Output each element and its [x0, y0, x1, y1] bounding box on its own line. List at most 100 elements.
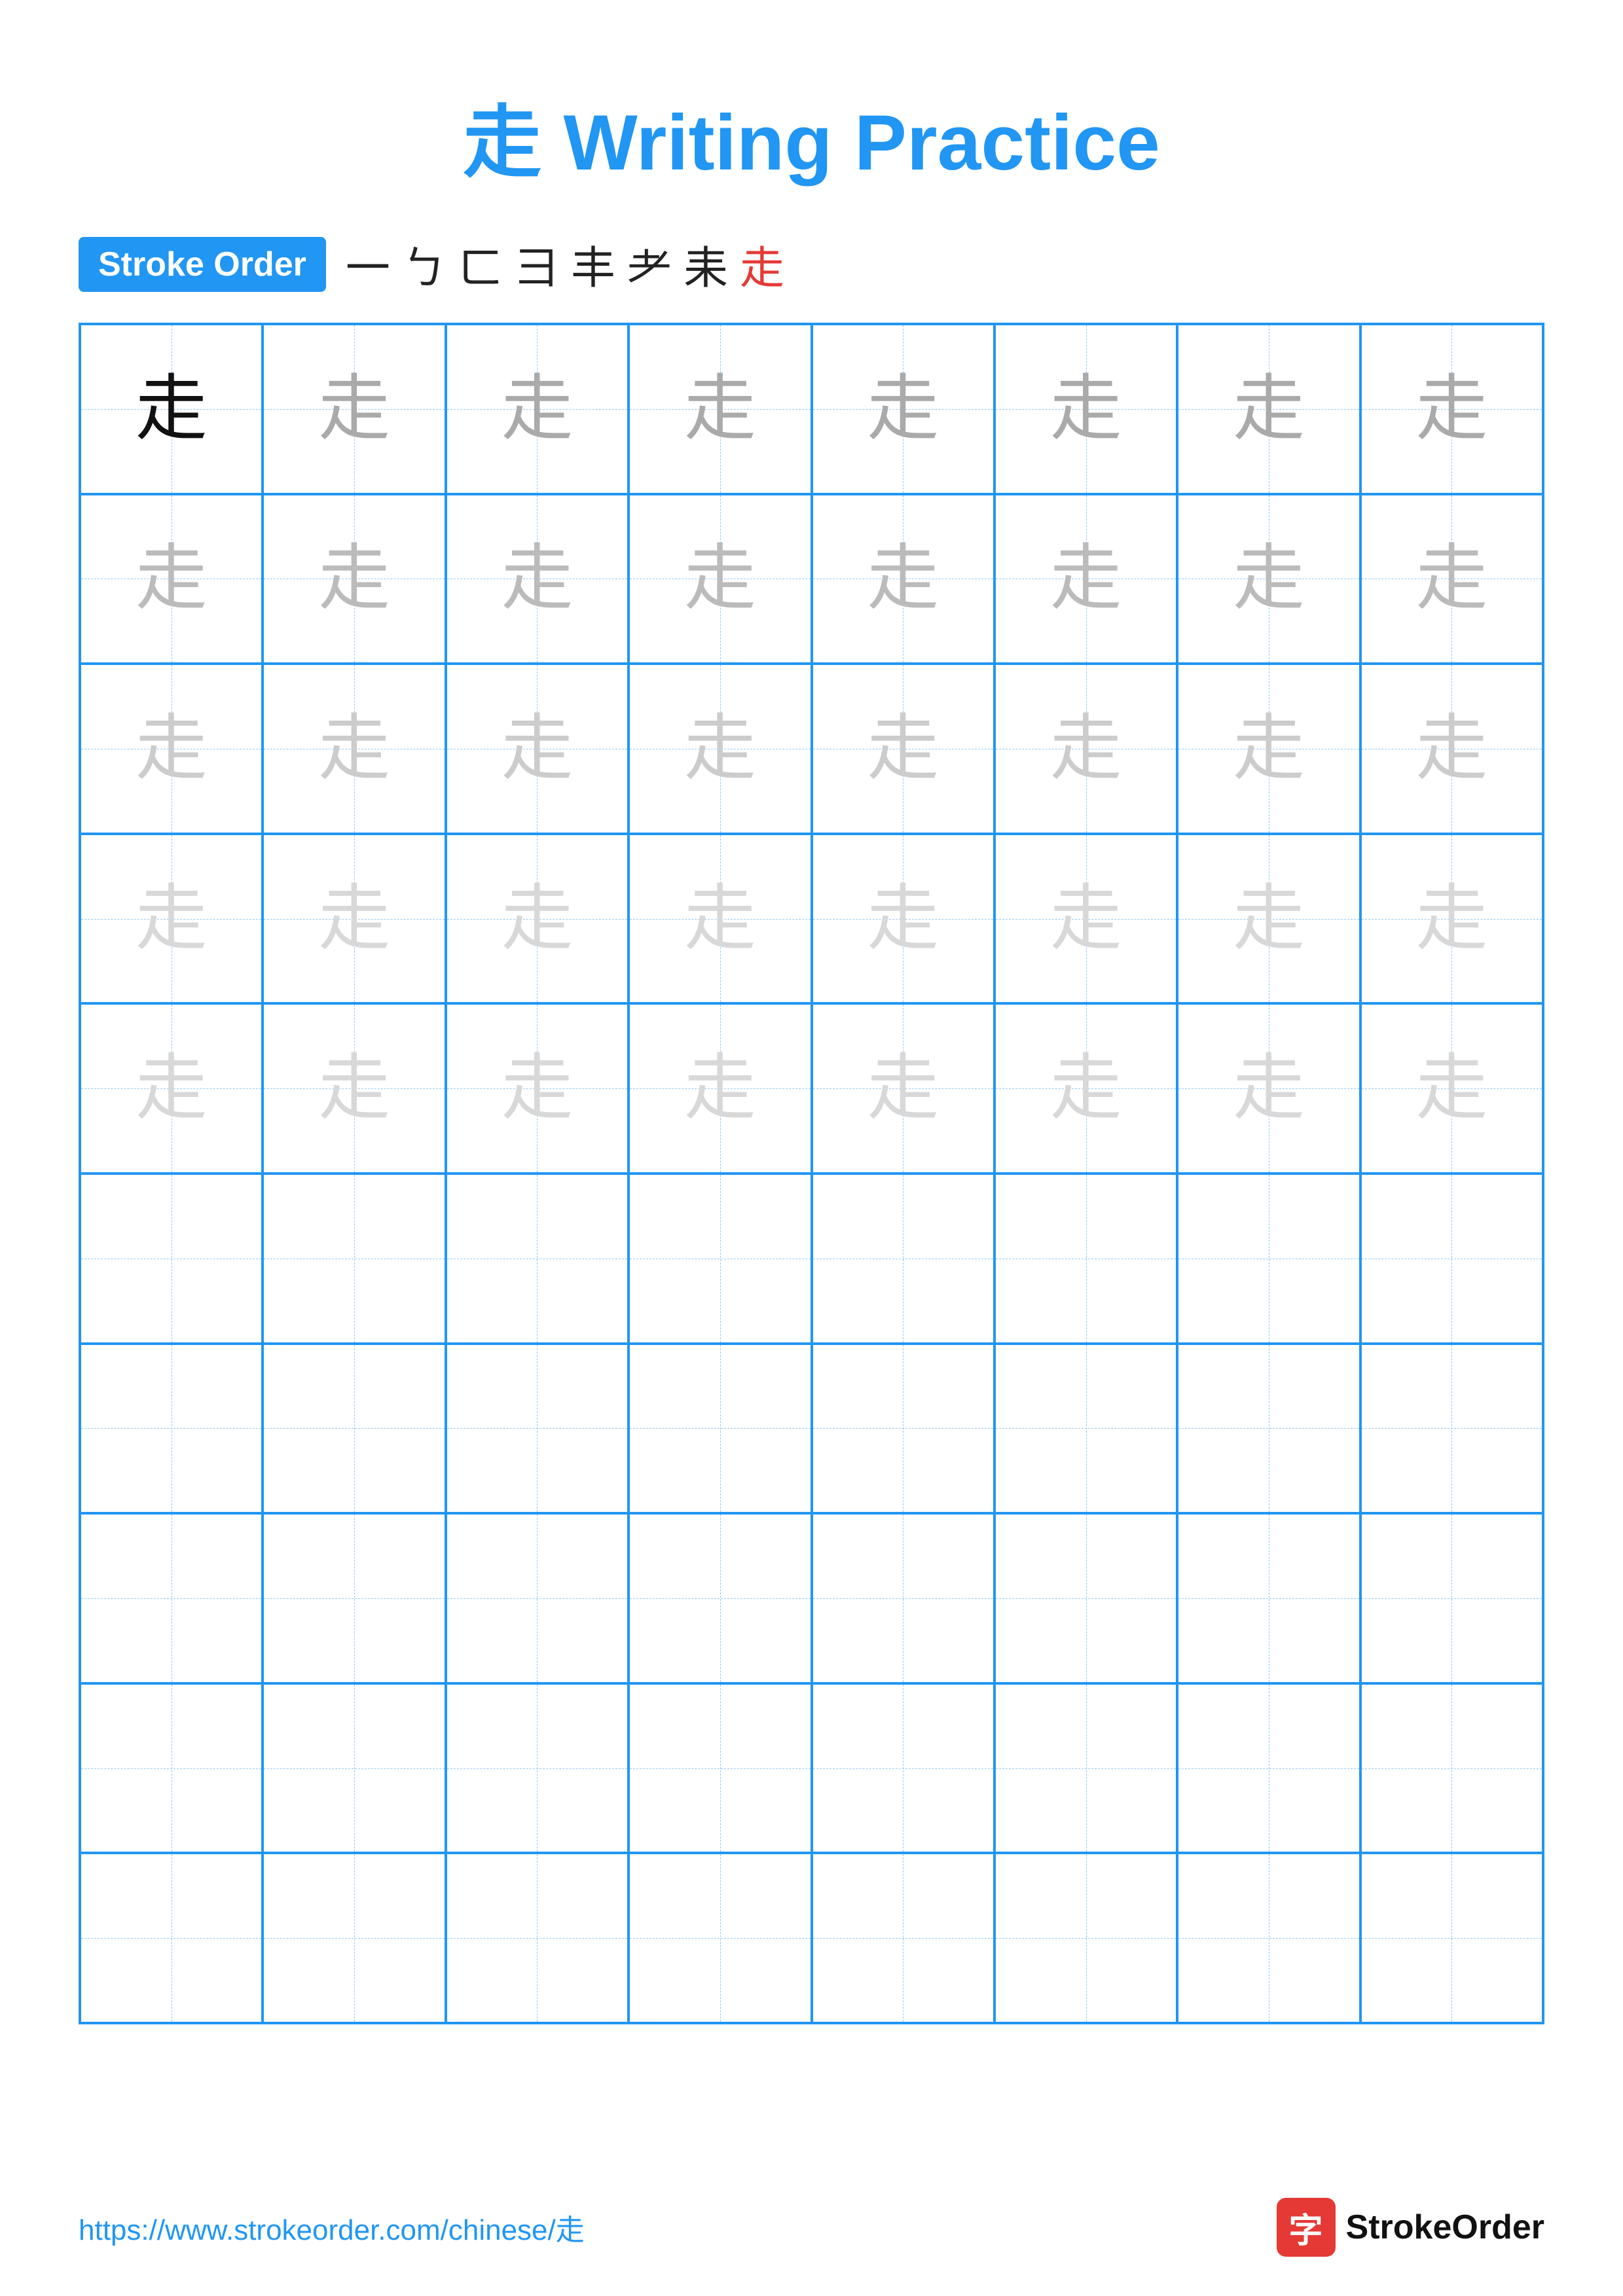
grid-cell[interactable]: 走 — [80, 834, 263, 1004]
grid-cell[interactable] — [446, 1853, 629, 2023]
practice-char: 走 — [1415, 543, 1487, 615]
grid-cell[interactable] — [446, 1344, 629, 1514]
grid-cell[interactable] — [80, 1683, 263, 1854]
grid-cell[interactable] — [812, 1683, 994, 1854]
grid-cell[interactable]: 走 — [629, 324, 811, 494]
grid-cell[interactable]: 走 — [1360, 664, 1543, 834]
grid-cell[interactable]: 走 — [80, 494, 263, 664]
grid-cell[interactable] — [1360, 1344, 1543, 1514]
practice-char: 走 — [1233, 1052, 1305, 1124]
grid-cell[interactable] — [446, 1513, 629, 1683]
practice-char: 走 — [136, 883, 208, 955]
grid-cell[interactable] — [446, 1174, 629, 1344]
grid-cell[interactable]: 走 — [1177, 834, 1360, 1004]
grid-cell[interactable] — [263, 1683, 445, 1854]
grid-cell[interactable] — [629, 1174, 811, 1344]
grid-cell[interactable]: 走 — [1360, 494, 1543, 664]
grid-cell[interactable] — [812, 1513, 994, 1683]
grid-cell[interactable]: 走 — [263, 324, 445, 494]
grid-cell[interactable] — [812, 1344, 994, 1514]
grid-cell[interactable]: 走 — [629, 494, 811, 664]
grid-cell[interactable] — [263, 1174, 445, 1344]
grid-cell[interactable] — [1360, 1513, 1543, 1683]
practice-char: 走 — [318, 373, 390, 445]
grid-cell[interactable]: 走 — [629, 664, 811, 834]
grid-cell[interactable] — [1177, 1174, 1360, 1344]
grid-cell[interactable]: 走 — [80, 324, 263, 494]
grid-cell[interactable] — [629, 1513, 811, 1683]
grid-cell[interactable] — [629, 1853, 811, 2023]
practice-char: 走 — [501, 883, 573, 955]
grid-cell[interactable] — [263, 1853, 445, 2023]
grid-cell[interactable]: 走 — [263, 664, 445, 834]
grid-cell[interactable]: 走 — [994, 324, 1177, 494]
grid-cell[interactable]: 走 — [446, 1003, 629, 1174]
practice-char: 走 — [867, 543, 939, 615]
grid-cell[interactable] — [80, 1174, 263, 1344]
grid-cell[interactable] — [994, 1853, 1177, 2023]
grid-cell[interactable]: 走 — [263, 834, 445, 1004]
practice-char: 走 — [1050, 713, 1122, 785]
grid-cell[interactable] — [80, 1853, 263, 2023]
grid-cell[interactable]: 走 — [1360, 324, 1543, 494]
grid-cell[interactable]: 走 — [446, 664, 629, 834]
page-title: 走 Writing Practice — [463, 99, 1160, 187]
logo-text: StrokeOrder — [1346, 2208, 1544, 2247]
grid-cell[interactable]: 走 — [994, 494, 1177, 664]
grid-cell[interactable] — [629, 1683, 811, 1854]
grid-cell[interactable]: 走 — [994, 664, 1177, 834]
stroke-2: ㄅ — [402, 232, 447, 296]
grid-cell[interactable]: 走 — [1177, 324, 1360, 494]
grid-cell[interactable] — [263, 1344, 445, 1514]
grid-cell[interactable]: 走 — [446, 494, 629, 664]
grid-cell[interactable]: 走 — [80, 1003, 263, 1174]
grid-cell[interactable] — [1177, 1853, 1360, 2023]
grid-cell[interactable]: 走 — [1177, 664, 1360, 834]
grid-cell[interactable] — [1177, 1683, 1360, 1854]
grid-cell[interactable] — [1177, 1513, 1360, 1683]
grid-cell[interactable]: 走 — [263, 494, 445, 664]
practice-char: 走 — [684, 883, 756, 955]
grid-cell[interactable] — [629, 1344, 811, 1514]
grid-cell[interactable] — [80, 1344, 263, 1514]
practice-char: 走 — [1050, 543, 1122, 615]
grid-cell[interactable]: 走 — [1360, 834, 1543, 1004]
grid-cell[interactable]: 走 — [994, 834, 1177, 1004]
grid-cell[interactable]: 走 — [1177, 494, 1360, 664]
footer-url: https://www.strokeorder.com/chinese/走 — [79, 2206, 585, 2248]
grid-cell[interactable] — [812, 1853, 994, 2023]
grid-cell[interactable]: 走 — [629, 1003, 811, 1174]
grid-cell[interactable] — [263, 1513, 445, 1683]
practice-char: 走 — [867, 1052, 939, 1124]
grid-cell[interactable]: 走 — [812, 324, 994, 494]
grid-cell[interactable]: 走 — [1177, 1003, 1360, 1174]
grid-cell[interactable]: 走 — [629, 834, 811, 1004]
practice-char: 走 — [1233, 543, 1305, 615]
practice-char: 走 — [501, 713, 573, 785]
practice-char: 走 — [318, 883, 390, 955]
grid-cell[interactable]: 走 — [994, 1003, 1177, 1174]
grid-cell[interactable]: 走 — [446, 324, 629, 494]
stroke-8: 走 — [740, 232, 784, 296]
grid-cell[interactable] — [812, 1174, 994, 1344]
grid-cell[interactable] — [1177, 1344, 1360, 1514]
grid-cell[interactable]: 走 — [263, 1003, 445, 1174]
grid-cell[interactable] — [446, 1683, 629, 1854]
grid-cell[interactable] — [1360, 1853, 1543, 2023]
grid-cell[interactable]: 走 — [812, 834, 994, 1004]
grid-cell[interactable]: 走 — [812, 664, 994, 834]
grid-cell[interactable]: 走 — [1360, 1003, 1543, 1174]
grid-cell[interactable] — [1360, 1683, 1543, 1854]
grid-cell[interactable]: 走 — [80, 664, 263, 834]
grid-cell[interactable]: 走 — [812, 494, 994, 664]
grid-cell[interactable] — [994, 1683, 1177, 1854]
grid-cell[interactable] — [1360, 1174, 1543, 1344]
grid-cell[interactable] — [80, 1513, 263, 1683]
grid-cell[interactable] — [994, 1174, 1177, 1344]
stroke-5: 丰 — [571, 232, 615, 296]
grid-cell[interactable]: 走 — [446, 834, 629, 1004]
grid-cell[interactable] — [994, 1344, 1177, 1514]
practice-char: 走 — [318, 1052, 390, 1124]
grid-cell[interactable]: 走 — [812, 1003, 994, 1174]
grid-cell[interactable] — [994, 1513, 1177, 1683]
